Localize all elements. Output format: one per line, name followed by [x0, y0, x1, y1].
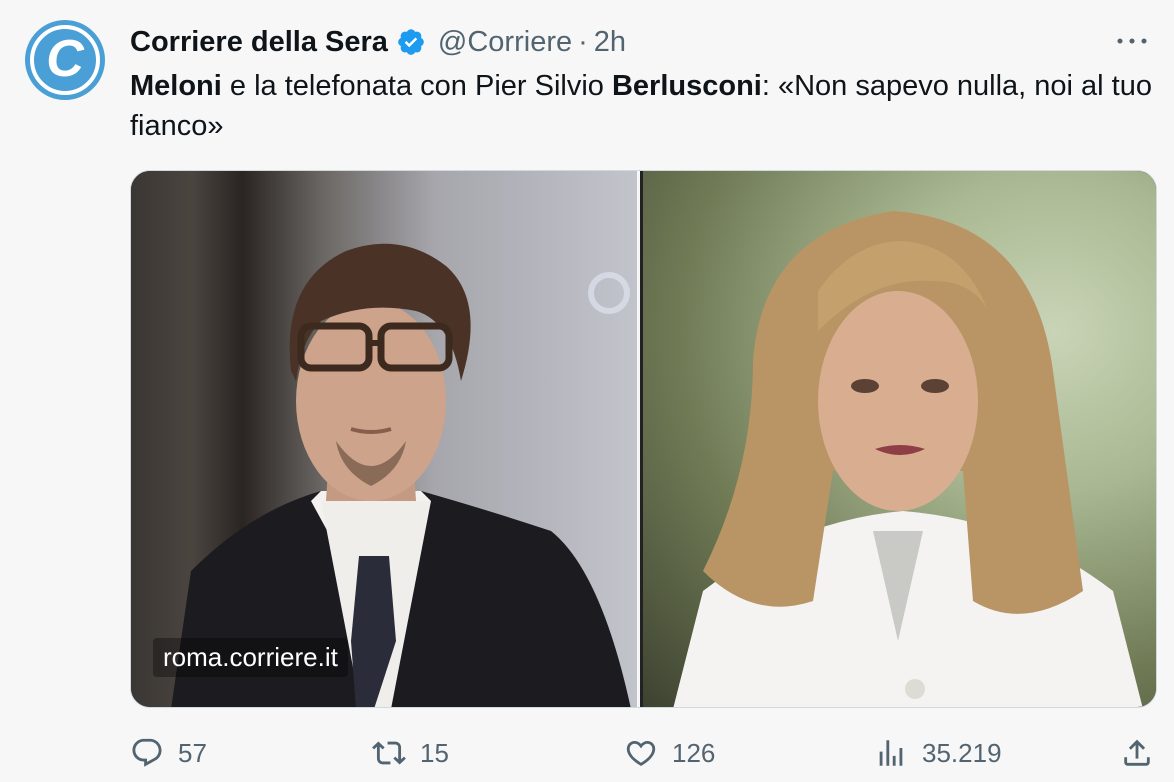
- photo-right-illustration: [673, 211, 1143, 707]
- tweet-text-bold-berlusconi: Berlusconi: [611, 70, 762, 102]
- photo-giorgia-meloni[interactable]: [643, 171, 1156, 707]
- reply-count: 57: [178, 737, 207, 768]
- retweet-button[interactable]: 15: [372, 730, 449, 776]
- media-source-label: roma.corriere.it: [153, 638, 348, 677]
- like-button[interactable]: 126: [624, 730, 715, 776]
- tweet-actions: 57 15 126 35.219: [130, 730, 1160, 776]
- avatar-logo: C: [30, 25, 100, 95]
- avatar-letter: C: [46, 30, 84, 88]
- reply-icon: [132, 738, 162, 767]
- reply-button[interactable]: 57: [130, 730, 207, 776]
- verified-badge-icon: [396, 27, 426, 57]
- author-handle[interactable]: @Corriere: [438, 26, 572, 59]
- retweet-icon: [372, 741, 406, 765]
- more-dots-icon[interactable]: [1112, 26, 1152, 56]
- tweet-text-segment: e la telefonata con Pier Silvio: [221, 70, 612, 102]
- views-button[interactable]: 35.219: [874, 730, 1002, 776]
- photo-left-illustration: [171, 243, 631, 707]
- author-name[interactable]: Corriere della Sera: [130, 26, 388, 59]
- share-button[interactable]: [1120, 730, 1154, 776]
- tweet-text-bold-meloni: Meloni: [130, 70, 222, 102]
- avatar[interactable]: C: [25, 20, 105, 100]
- views-chart-icon: [879, 740, 903, 766]
- tweet-header: Corriere della Sera @Corriere · 2h: [130, 24, 626, 60]
- tweet-text: Meloni e la telefonata con Pier Silvio B…: [130, 66, 1160, 146]
- views-count: 35.219: [922, 737, 1002, 768]
- photo-pier-silvio-berlusconi[interactable]: roma.corriere.it: [131, 171, 638, 707]
- tweet-media[interactable]: roma.corriere.it: [130, 170, 1157, 708]
- heart-icon: [626, 740, 656, 766]
- media-divider: [637, 171, 641, 707]
- tweet-timestamp[interactable]: 2h: [594, 26, 626, 59]
- retweet-count: 15: [420, 737, 449, 768]
- like-count: 126: [672, 737, 716, 768]
- header-separator: ·: [578, 25, 588, 58]
- share-icon: [1124, 739, 1150, 766]
